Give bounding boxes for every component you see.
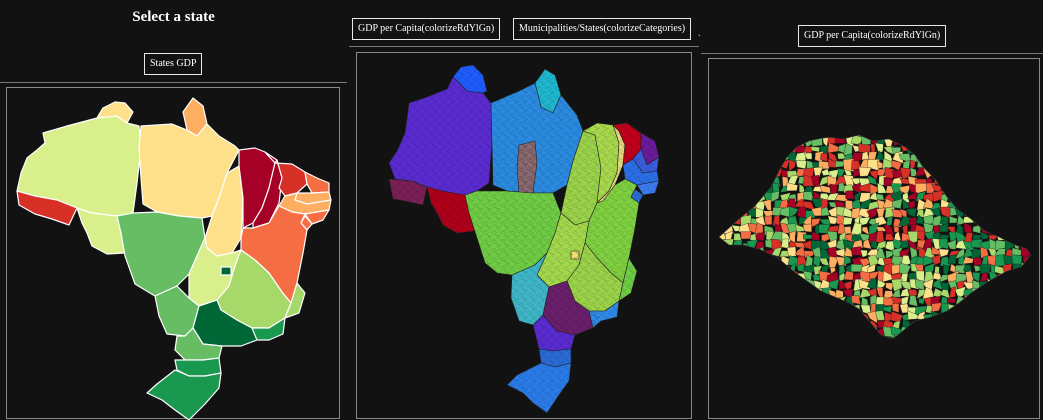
panel-title: Select a state [132,9,215,25]
state-RS[interactable] [506,362,572,414]
sao-paulo-panel: . GDP per Capita(colorizeRdYlGn) [698,0,1043,419]
sao-paulo-municipalities-map[interactable] [709,59,1039,420]
states-panel: Select a state States GDP [0,0,347,420]
state-PA-sub[interactable] [516,140,538,194]
sao-paulo-map-frame [708,58,1040,419]
municipalities-states-button[interactable]: Municipalities/States(colorizeCategories… [513,18,692,40]
states-map-frame [6,87,340,420]
divider [349,46,699,47]
sp-municipalities [719,135,1031,339]
brazil-municipalities-map[interactable] [357,53,691,420]
brazil-states-map[interactable] [7,88,339,420]
state-RS[interactable] [146,369,222,420]
state-DF[interactable] [570,250,580,260]
separator-dot: . [698,28,701,39]
municipalities-map-frame [356,52,692,419]
state-DF[interactable] [220,266,232,276]
states-gdp-button[interactable]: States GDP [144,53,203,75]
state-AM[interactable] [388,76,493,196]
sp-gdp-per-capita-button[interactable]: GDP per Capita(colorizeRdYlGn) [798,25,947,47]
state-RN[interactable] [304,171,330,194]
gdp-per-capita-button[interactable]: GDP per Capita(colorizeRdYlGn) [352,18,501,40]
divider [0,82,347,83]
municipalities-panel: GDP per Capita(colorizeRdYlGn) Municipal… [347,0,699,419]
divider [701,53,1043,54]
